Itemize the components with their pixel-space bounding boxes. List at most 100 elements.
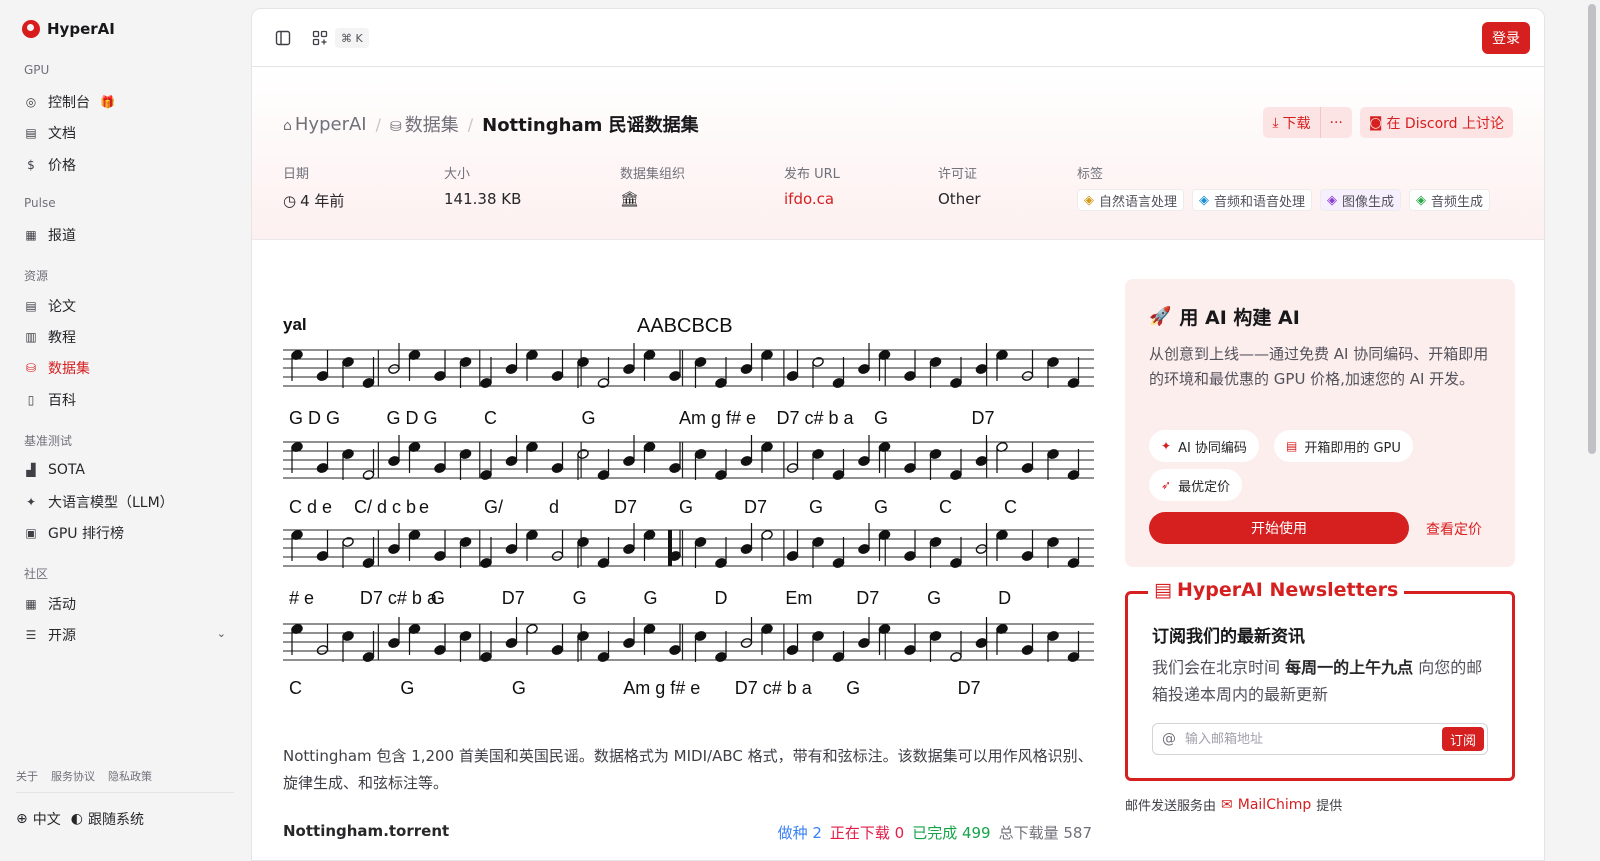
note-head xyxy=(577,631,589,641)
newsletter-text-a: 我们会在北京时间 xyxy=(1152,658,1286,677)
note-head xyxy=(786,371,799,381)
sidebar-item-label: 教程 xyxy=(48,330,76,346)
meta-url: 发布 URL ifdo.ca xyxy=(784,163,840,208)
sparkle-icon: ✦ xyxy=(1161,439,1172,453)
meta-label: 大小 xyxy=(444,167,471,182)
discord-button[interactable]: ◙ 在 Discord 上讨论 xyxy=(1359,107,1513,138)
note-head xyxy=(929,357,942,367)
note-head xyxy=(904,463,916,473)
note-head xyxy=(459,631,472,641)
note-head xyxy=(975,456,988,466)
newsletter-heading: 订阅我们的最新资讯 xyxy=(1152,627,1305,647)
note-head xyxy=(694,537,707,547)
meta-organization: 数据集组织 🏛 xyxy=(620,163,685,208)
newsletter-title-text: HyperAI Newsletters xyxy=(1176,579,1399,601)
main-panel: ⌘ K 登录 ⌂ HyperAI / ⛁ 数据集 / Nottingham 民谣数据… xyxy=(251,8,1545,861)
sidebar-toggle-icon[interactable] xyxy=(272,27,294,49)
brand[interactable]: HyperAI xyxy=(22,20,115,38)
note-head xyxy=(551,551,564,561)
sidebar-item-pricing[interactable]: $ 价格 xyxy=(16,151,234,179)
command-shortcut[interactable]: ⌘ K xyxy=(335,28,369,48)
note-head xyxy=(480,378,492,388)
subscribe-button[interactable]: 订阅 xyxy=(1441,727,1484,751)
note-head xyxy=(316,551,329,561)
note-head xyxy=(577,449,589,459)
sidebar-item-news[interactable]: ▦ 报道 xyxy=(16,221,234,249)
footer-link-about[interactable]: 关于 xyxy=(16,768,38,784)
start-button[interactable]: 开始使用 xyxy=(1149,512,1409,544)
breadcrumb-home[interactable]: ⌂ HyperAI xyxy=(283,114,367,135)
note-head xyxy=(950,378,962,388)
apps-grid-icon[interactable] xyxy=(309,27,331,49)
sidebar-item-wiki[interactable]: ▯ 百科 xyxy=(16,386,234,414)
note-head xyxy=(434,551,446,561)
tag-icon: ◈ xyxy=(1416,192,1427,208)
footer-link-terms[interactable]: 服务协议 xyxy=(51,768,95,784)
promo-text: 从创意到上线——通过免费 AI 协同编码、开箱即用的环境和最优惠的 GPU 价格… xyxy=(1149,345,1489,388)
sidebar-item-label: 价格 xyxy=(48,158,76,174)
chord-label: G xyxy=(874,497,888,517)
sidebar-item-label: 开源 xyxy=(48,628,76,644)
torrent-stats: 做种 2 正在下载 0 已完成 499 总下载量 587 xyxy=(778,822,1092,843)
login-button[interactable]: 登录 xyxy=(1482,22,1530,54)
tag[interactable]: ◈ 图像生成 xyxy=(1320,189,1402,211)
breadcrumb-datasets-label: 数据集 xyxy=(404,115,459,136)
tag[interactable]: ◈ 音频和语音处理 xyxy=(1192,189,1313,211)
mailchimp-link[interactable]: MailChimp xyxy=(1238,797,1312,813)
download-label: 下载 xyxy=(1282,115,1311,132)
view-pricing-link[interactable]: 查看定价 xyxy=(1426,519,1482,539)
sidebar-item-datasets[interactable]: ⛁ 数据集 xyxy=(16,354,234,382)
note-head xyxy=(740,544,753,554)
note-head xyxy=(1067,652,1080,662)
sidebar-item-sota[interactable]: ▟ SOTA xyxy=(16,456,234,484)
meta-label: 发布 URL xyxy=(784,167,840,182)
divider xyxy=(16,792,234,793)
tag[interactable]: ◈ 自然语言处理 xyxy=(1077,189,1185,211)
sidebar-item-gpu-leaderboard[interactable]: ▣ GPU 排行榜 xyxy=(16,519,234,547)
home-icon: ⌂ xyxy=(283,117,292,134)
torrent-name[interactable]: Nottingham.torrent xyxy=(283,822,449,840)
sidebar-item-docs[interactable]: ▤ 文档 xyxy=(16,119,234,147)
note-head xyxy=(1067,558,1080,568)
chord-label: D7 c# b a xyxy=(360,588,438,608)
breadcrumb: ⌂ HyperAI / ⛁ 数据集 / Nottingham 民谣数据集 xyxy=(283,111,699,137)
institution-icon[interactable]: 🏛 xyxy=(620,190,685,208)
url-link[interactable]: ifdo.ca xyxy=(784,190,840,208)
database-icon: ⛁ xyxy=(390,119,402,135)
note-head xyxy=(480,558,492,568)
completed-count: 已完成 499 xyxy=(912,824,991,842)
sidebar-item-llm[interactable]: ✦ 大语言模型（LLM） xyxy=(16,488,234,516)
note-head xyxy=(812,357,824,367)
sidebar-item-events[interactable]: ▦ 活动 xyxy=(16,590,234,618)
sidebar-item-console[interactable]: ◎ 控制台 🎁 xyxy=(16,88,234,116)
server-icon: ▤ xyxy=(1286,439,1298,453)
list-icon: ☰ xyxy=(25,628,37,642)
chord-label: Am g f# e xyxy=(623,678,700,698)
sidebar-item-label: 控制台 xyxy=(48,95,90,111)
download-button[interactable]: ⤓ 下载 xyxy=(1263,107,1319,138)
sparkle-icon: ✦ xyxy=(25,495,37,509)
newsletter-text-bold: 每周一的上午九点 xyxy=(1285,658,1414,677)
more-button[interactable]: ··· xyxy=(1321,107,1352,138)
breadcrumb-datasets[interactable]: ⛁ 数据集 xyxy=(390,111,459,137)
newsletter-text: 我们会在北京时间 每周一的上午九点 向您的邮箱投递本周内的最新更新 xyxy=(1152,654,1497,708)
provider-suffix: 提供 xyxy=(1316,799,1343,814)
note-head xyxy=(434,371,446,381)
theme-switch[interactable]: ◐ 跟随系统 xyxy=(71,809,144,829)
footer-link-privacy[interactable]: 隐私政策 xyxy=(108,768,152,784)
note-head xyxy=(551,463,564,473)
sidebar-item-papers[interactable]: ▤ 论文 xyxy=(16,292,234,320)
tag[interactable]: ◈ 音频生成 xyxy=(1409,189,1491,211)
dataset-header: ⌂ HyperAI / ⛁ 数据集 / Nottingham 民谣数据集 ⤓ 下载 ·… xyxy=(252,67,1544,240)
coin-icon: $ xyxy=(27,158,35,172)
note-head xyxy=(975,638,988,648)
newsletter-title: ▤ HyperAI Newsletters xyxy=(1148,579,1405,601)
sidebar-item-opensource[interactable]: ☰ 开源 ⌄ xyxy=(16,621,234,649)
sidebar-item-tutorials[interactable]: ▥ 教程 xyxy=(16,323,234,351)
downloading-count: 正在下载 0 xyxy=(829,824,905,842)
scrollbar[interactable] xyxy=(1584,0,1600,861)
email-input[interactable] xyxy=(1185,731,1433,747)
chord-label: G xyxy=(573,588,587,608)
language-switch[interactable]: ⊕ 中文 xyxy=(16,809,61,829)
scrollbar-thumb[interactable] xyxy=(1588,4,1596,454)
